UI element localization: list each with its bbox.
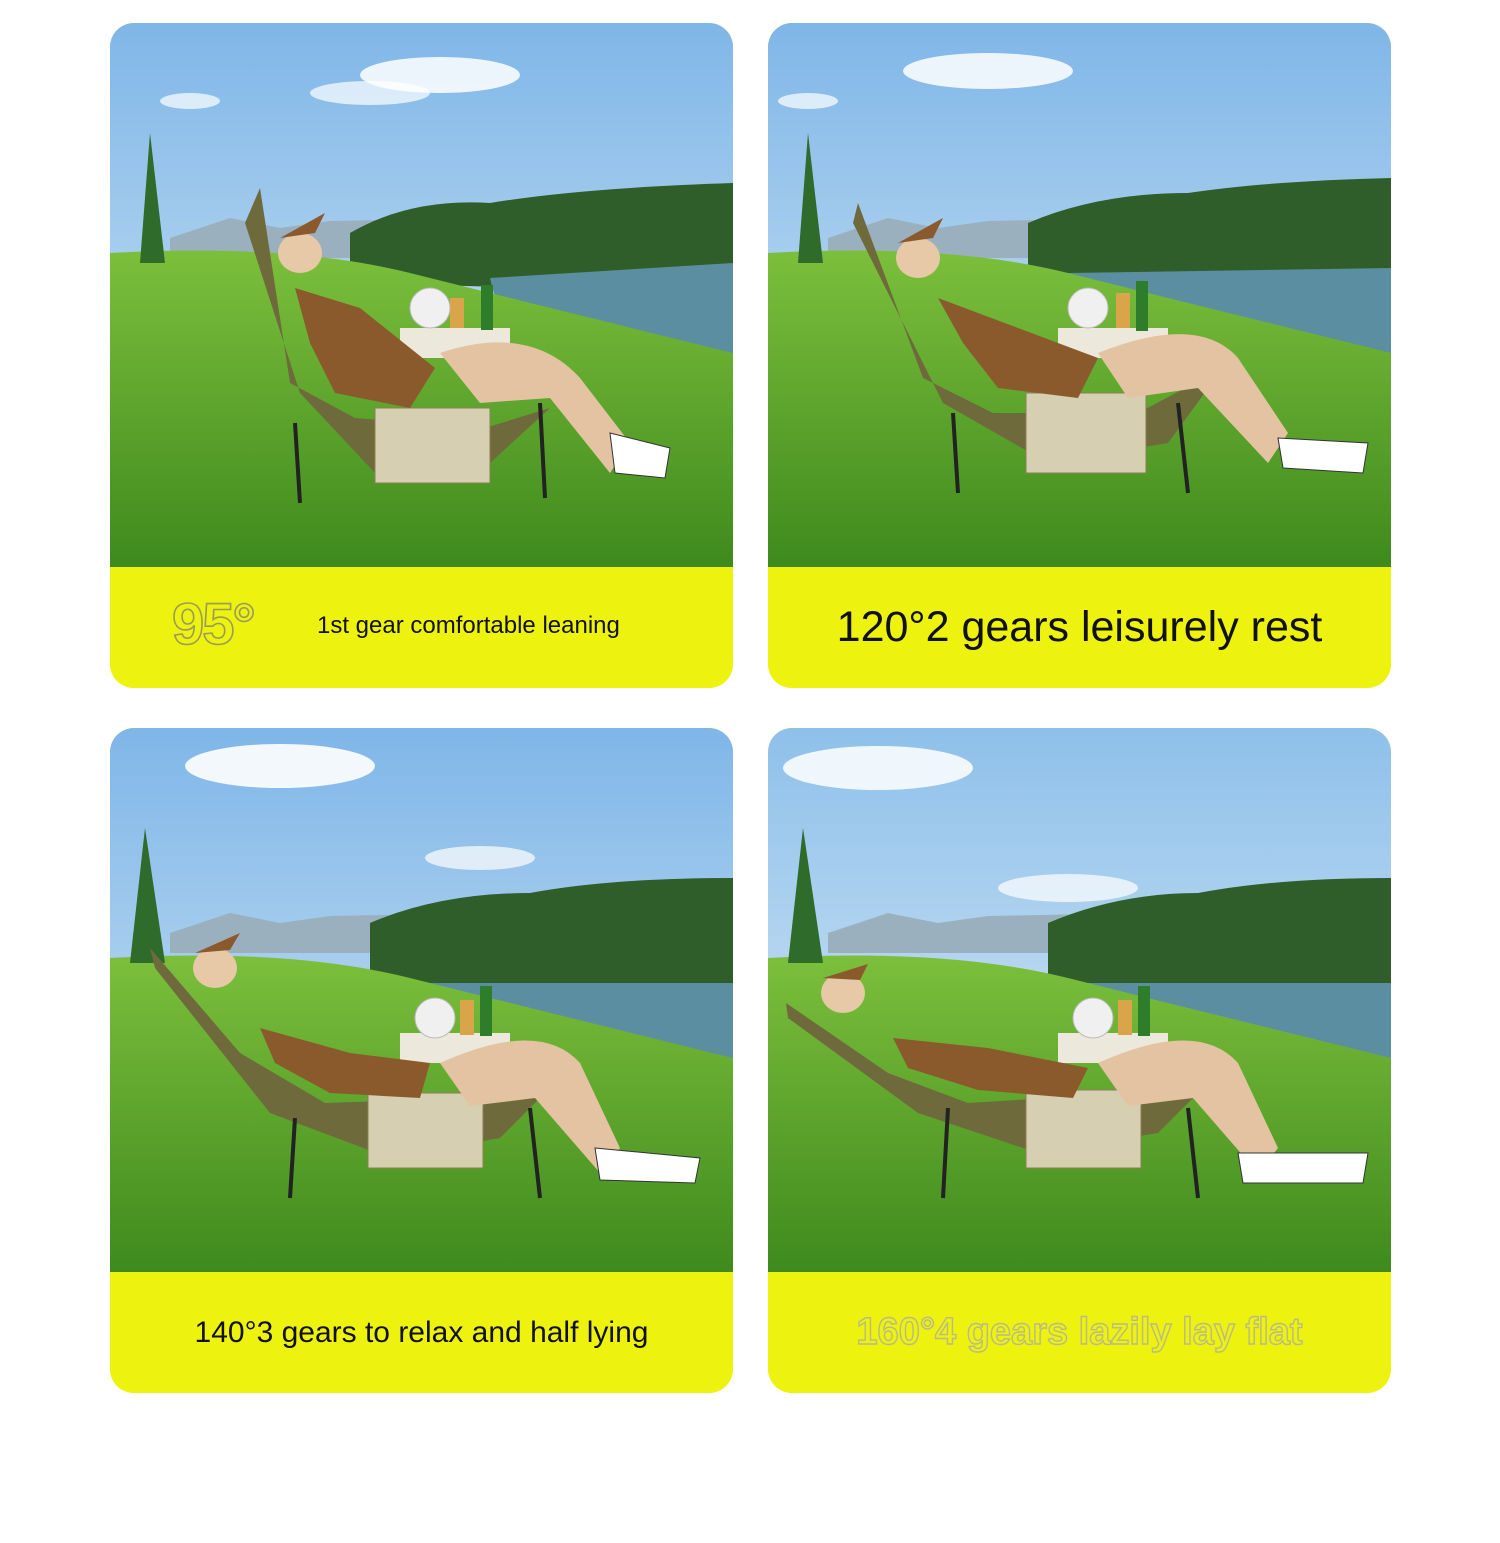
- photo-gear-2: [768, 23, 1391, 567]
- caption-bar: 120°2 gears leisurely rest: [768, 567, 1391, 688]
- photo-gear-1: [110, 23, 733, 567]
- caption-text: 120°2 gears leisurely rest: [836, 603, 1323, 651]
- recline-card-gear-3: 140°3 gears to relax and half lying: [110, 728, 733, 1393]
- photo-gear-3: [110, 728, 733, 1272]
- recline-card-gear-2: 120°2 gears leisurely rest: [768, 23, 1391, 688]
- caption-text: 1st gear comfortable leaning: [317, 612, 620, 639]
- caption-bar: 160°4 gears lazily lay flat: [768, 1272, 1391, 1393]
- photo-gear-4: [768, 728, 1391, 1272]
- angle-label: 95°: [171, 591, 256, 658]
- caption-bar: 140°3 gears to relax and half lying: [110, 1272, 733, 1393]
- recline-card-gear-1: 95° 1st gear comfortable leaning: [110, 23, 733, 688]
- recline-card-gear-4: 160°4 gears lazily lay flat: [768, 728, 1391, 1393]
- caption-bar: 95° 1st gear comfortable leaning: [110, 567, 733, 688]
- caption-text: 140°3 gears to relax and half lying: [194, 1315, 649, 1349]
- caption-text: 160°4 gears lazily lay flat: [856, 1310, 1304, 1353]
